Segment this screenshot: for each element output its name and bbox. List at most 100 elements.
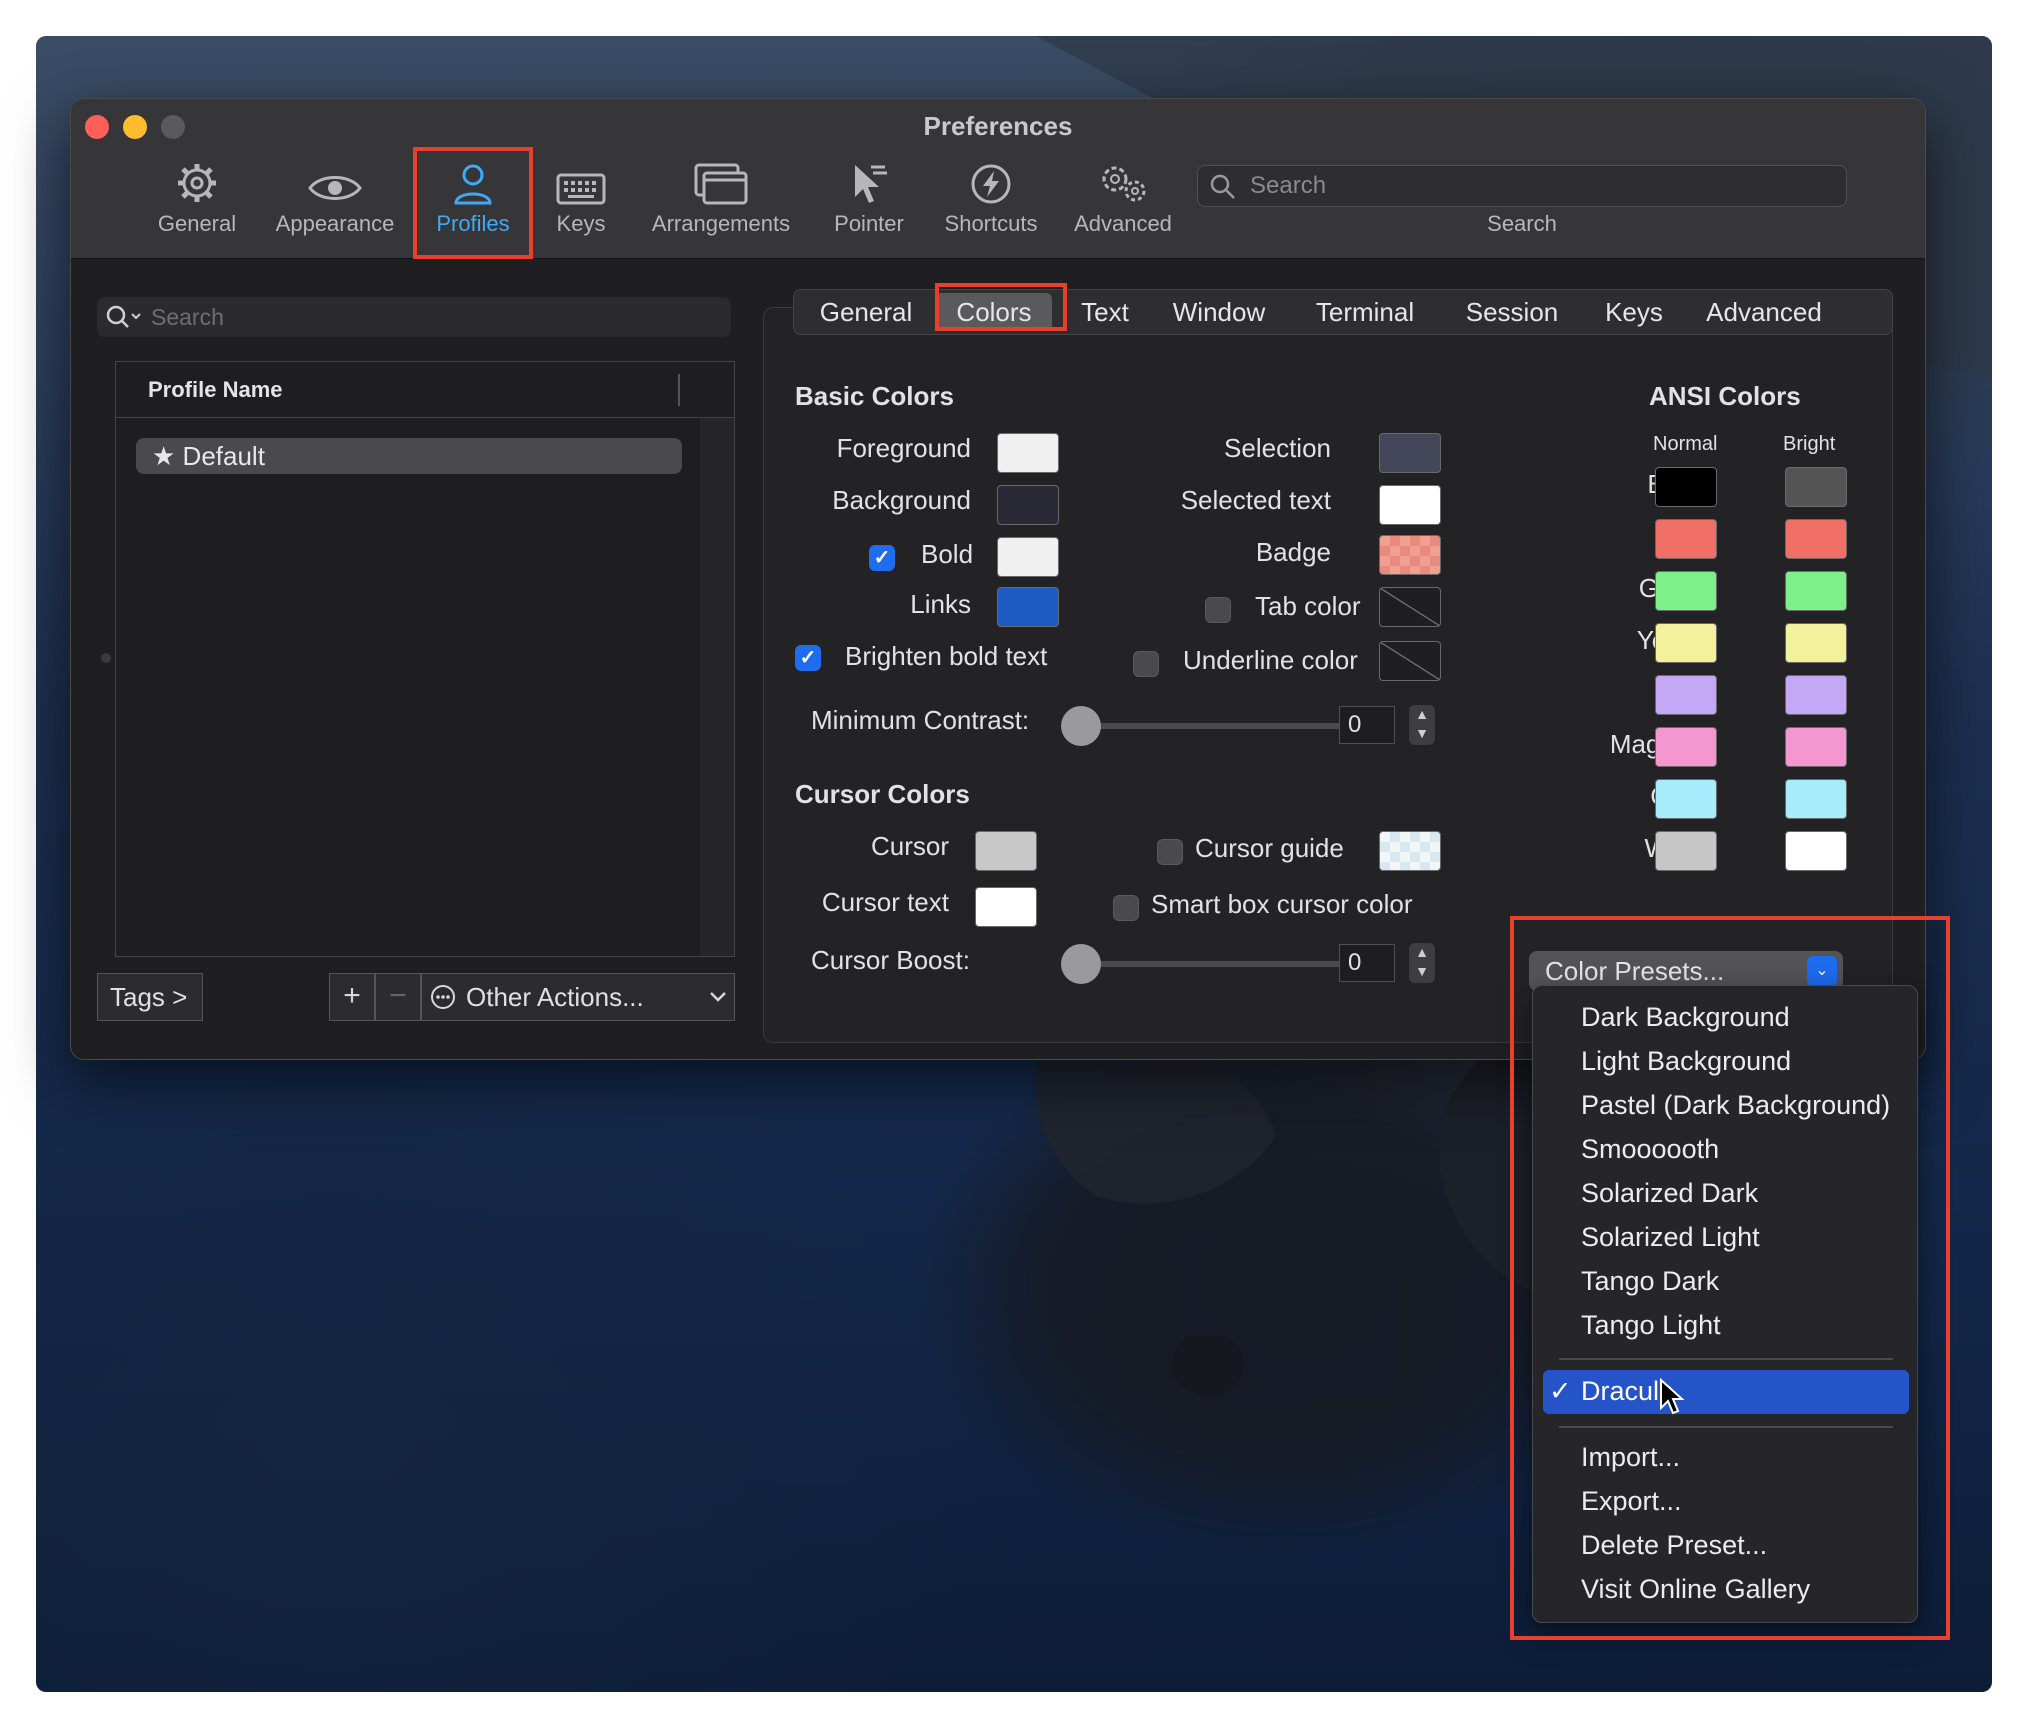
cursor-label: Cursor — [870, 831, 949, 861]
toolbar-appearance[interactable]: Appearance — [267, 155, 403, 247]
min-contrast-stepper[interactable]: ▲ ▼ — [1409, 705, 1435, 745]
badge-swatch[interactable] — [1379, 535, 1441, 575]
ansi-yellow-normal-swatch[interactable] — [1655, 623, 1717, 663]
selected-text-label: Selected text — [1180, 485, 1331, 515]
ansi-black-bright-swatch[interactable] — [1785, 467, 1847, 507]
cursor-swatch[interactable] — [975, 831, 1037, 871]
min-contrast-value[interactable]: 0 — [1339, 706, 1395, 744]
toolbar-label: Advanced — [1074, 211, 1172, 236]
background-swatch[interactable] — [997, 485, 1059, 525]
preferences-search-input[interactable]: Search — [1197, 165, 1847, 207]
normal-column-label: Normal — [1653, 433, 1718, 455]
ansi-red-normal-swatch[interactable] — [1655, 519, 1717, 559]
ansi-cyan-normal-swatch[interactable] — [1655, 779, 1717, 819]
cursor-guide-label: Cursor guide — [1195, 833, 1344, 863]
foreground-swatch[interactable] — [997, 433, 1059, 473]
ansi-blue-bright-swatch[interactable] — [1785, 675, 1847, 715]
ansi-yellow-bright-swatch[interactable] — [1785, 623, 1847, 663]
add-profile-button[interactable]: + — [329, 973, 375, 1021]
bold-swatch[interactable] — [997, 537, 1059, 577]
column-header-label: Profile Name — [148, 377, 283, 402]
background-label: Background — [832, 485, 971, 515]
profile-row-default[interactable]: ★ Default — [136, 438, 682, 474]
search-menu-icon — [106, 305, 141, 328]
cursor-text-label: Cursor text — [821, 887, 949, 917]
ansi-magenta-normal-swatch[interactable] — [1655, 727, 1717, 767]
min-contrast-slider[interactable] — [1081, 723, 1361, 729]
underline-color-swatch[interactable] — [1379, 641, 1441, 681]
scrollbar-track[interactable] — [700, 418, 734, 956]
tags-button[interactable]: Tags > — [97, 973, 203, 1021]
tab-text[interactable]: Text — [1060, 290, 1150, 334]
toolbar-label: Arrangements — [651, 211, 791, 236]
ansi-blue-normal-swatch[interactable] — [1655, 675, 1717, 715]
titlebar: Preferences General Appearance Profiles … — [71, 99, 1925, 259]
ansi-cyan-bright-swatch[interactable] — [1785, 779, 1847, 819]
tab-color-checkbox[interactable] — [1205, 597, 1231, 623]
toolbar-general[interactable]: General — [149, 155, 245, 247]
ansi-white-bright-swatch[interactable] — [1785, 831, 1847, 871]
pointer-icon — [855, 165, 887, 203]
basic-colors-heading: Basic Colors — [795, 381, 954, 411]
cursor-text-swatch[interactable] — [975, 887, 1037, 927]
cursor-boost-slider[interactable] — [1081, 961, 1361, 967]
toolbar-arrangements[interactable]: Arrangements — [643, 155, 799, 247]
cursor-boost-knob[interactable] — [1061, 944, 1101, 984]
split-handle[interactable] — [101, 653, 111, 663]
search-caption: Search — [1487, 211, 1557, 236]
profile-search-input[interactable]: Search — [97, 297, 731, 337]
cursor-guide-checkbox[interactable] — [1157, 839, 1183, 865]
toolbar-advanced[interactable]: Advanced — [1061, 155, 1185, 247]
profile-name-column-header[interactable]: Profile Name — [116, 362, 734, 418]
toolbar-shortcuts[interactable]: Shortcuts — [929, 155, 1053, 247]
cursor-boost-stepper[interactable]: ▲ ▼ — [1409, 943, 1435, 983]
tab-general[interactable]: General — [806, 290, 926, 334]
toolbar-label: Keys — [556, 211, 606, 236]
min-contrast-knob[interactable] — [1061, 706, 1101, 746]
underline-color-label: Underline color — [1183, 645, 1358, 675]
highlight-color-presets — [1510, 916, 1950, 1640]
highlight-colors-tab — [935, 283, 1067, 331]
tab-terminal[interactable]: Terminal — [1290, 290, 1440, 334]
toolbar-pointer[interactable]: Pointer — [819, 155, 919, 247]
profile-name: Default — [182, 441, 265, 471]
tab-color-swatch[interactable] — [1379, 587, 1441, 627]
cursor-colors-heading: Cursor Colors — [795, 779, 970, 809]
ansi-red-bright-swatch[interactable] — [1785, 519, 1847, 559]
cursor-boost-value[interactable]: 0 — [1339, 944, 1395, 982]
highlight-profiles — [413, 147, 533, 259]
bold-checkbox[interactable]: ✓ — [869, 545, 895, 571]
selection-swatch[interactable] — [1379, 433, 1441, 473]
toolbar-label: Pointer — [834, 211, 904, 236]
ansi-green-normal-swatch[interactable] — [1655, 571, 1717, 611]
brighten-bold-checkbox[interactable]: ✓ — [795, 645, 821, 671]
tab-window[interactable]: Window — [1154, 290, 1284, 334]
min-contrast-label: Minimum Contrast: — [811, 705, 1030, 735]
eye-icon — [308, 176, 362, 200]
tab-keys[interactable]: Keys — [1584, 290, 1684, 334]
underline-color-checkbox[interactable] — [1133, 651, 1159, 677]
search-icon — [1210, 174, 1235, 199]
smart-box-checkbox[interactable] — [1113, 895, 1139, 921]
cursor-guide-swatch[interactable] — [1379, 831, 1441, 871]
selection-label: Selection — [1224, 433, 1331, 463]
star-icon: ★ — [152, 441, 176, 471]
tab-advanced[interactable]: Advanced — [1694, 290, 1834, 334]
keyboard-icon — [556, 173, 606, 205]
gear-icon — [178, 164, 216, 202]
bold-label: Bold — [921, 539, 974, 569]
ansi-white-normal-swatch[interactable] — [1655, 831, 1717, 871]
ellipsis-circle-icon — [431, 985, 455, 1009]
ansi-black-normal-swatch[interactable] — [1655, 467, 1717, 507]
cursor-boost-label: Cursor Boost: — [811, 945, 970, 975]
tab-session[interactable]: Session — [1444, 290, 1580, 334]
toolbar-keys[interactable]: Keys — [543, 155, 619, 247]
gears-icon — [1102, 166, 1146, 202]
other-actions-button[interactable]: Other Actions... — [421, 973, 735, 1021]
remove-profile-button[interactable]: − — [375, 973, 421, 1021]
profile-list: Profile Name ★ Default — [115, 361, 735, 957]
selected-text-swatch[interactable] — [1379, 485, 1441, 525]
links-swatch[interactable] — [997, 587, 1059, 627]
ansi-magenta-bright-swatch[interactable] — [1785, 727, 1847, 767]
ansi-green-bright-swatch[interactable] — [1785, 571, 1847, 611]
